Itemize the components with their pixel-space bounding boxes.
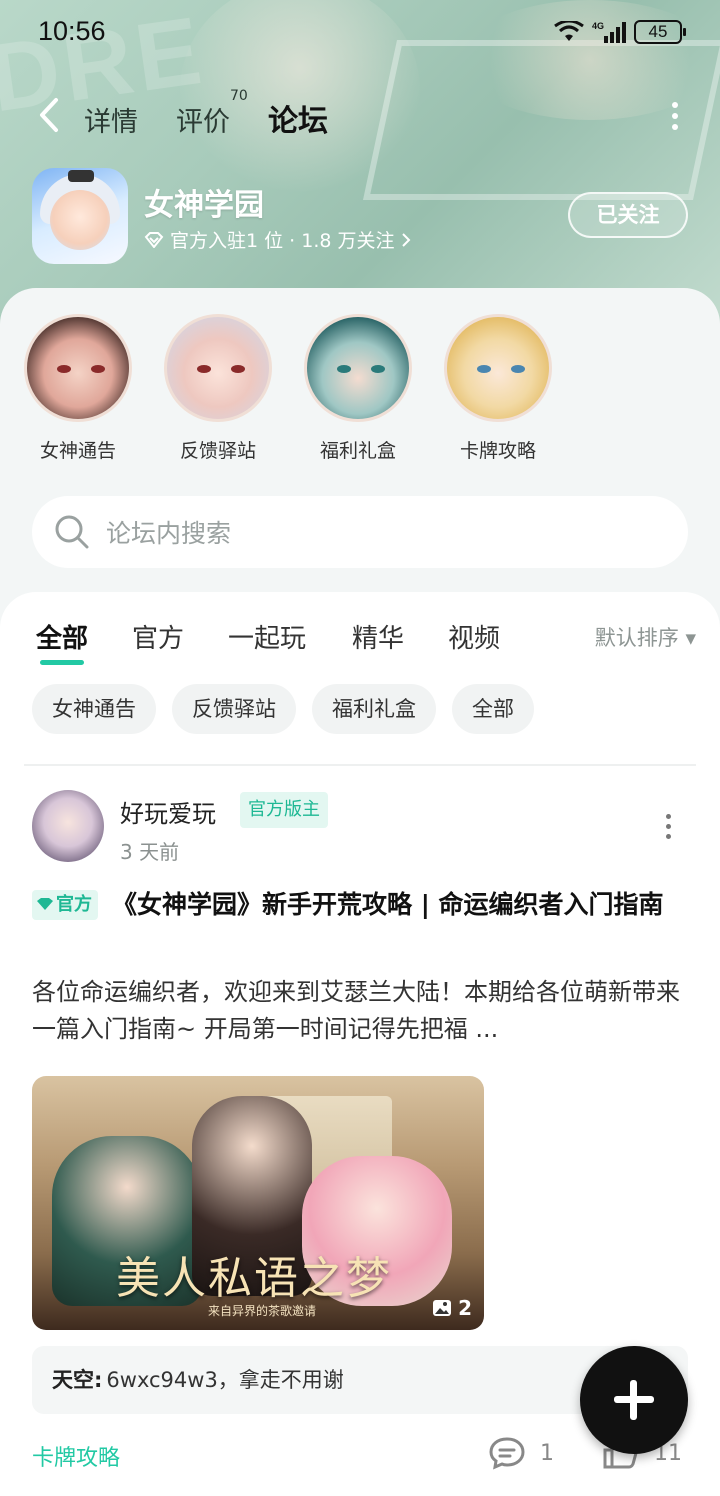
chip-gifts[interactable]: 福利礼盒	[312, 684, 436, 734]
section-circles: 女神通告 反馈驿站 福利礼盒 卡牌攻略	[24, 314, 552, 463]
circle-avatar	[164, 314, 272, 422]
cellular-signal-icon: 4G	[592, 20, 626, 44]
image-count: 2	[432, 1296, 472, 1320]
circle-label: 卡牌攻略	[459, 440, 536, 462]
sub-filter-chips: 女神通告 反馈驿站 福利礼盒 全部	[32, 684, 534, 734]
sort-dropdown[interactable]: 默认排序 ▾	[595, 622, 696, 652]
post-title[interactable]: 官方 《女神学园》新手开荒攻略 | 命运编织者入门指南	[32, 886, 688, 923]
review-count-badge: 70	[230, 88, 248, 104]
follow-button[interactable]: 已关注	[568, 192, 688, 238]
post-image[interactable]: 美人私语之梦 来自异界的茶歌邀请 2	[32, 1076, 484, 1330]
status-bar: 10:56 4G 45	[0, 0, 720, 70]
more-options-icon[interactable]	[670, 102, 680, 132]
sort-label: 默认排序	[594, 626, 679, 650]
circle-avatar	[304, 314, 412, 422]
filter-tab-official[interactable]: 官方	[132, 618, 184, 655]
circle-item-gifts[interactable]: 福利礼盒	[304, 314, 412, 463]
back-arrow-icon[interactable]	[36, 96, 62, 134]
comment-text: 6wxc94w3，拿走不用谢	[106, 1368, 344, 1392]
image-icon	[433, 1300, 452, 1316]
image-subcaption: 来自异界的茶歌邀请	[208, 1304, 317, 1318]
post-more-icon[interactable]	[666, 814, 674, 844]
tab-details[interactable]: 详情	[84, 100, 138, 139]
post-category[interactable]: 卡牌攻略	[32, 1440, 120, 1472]
author-badge: 官方版主	[240, 792, 328, 828]
post-time: 3 天前	[120, 840, 180, 864]
create-post-button[interactable]	[576, 1342, 692, 1458]
author-avatar[interactable]	[32, 790, 104, 862]
post-footer: 卡牌攻略 1 11	[32, 1436, 688, 1476]
comment-count: 1	[540, 1440, 554, 1466]
chip-feedback[interactable]: 反馈驿站	[172, 684, 296, 734]
official-tag-label: 官方	[56, 894, 92, 915]
circle-item-announcements[interactable]: 女神通告	[24, 314, 132, 463]
status-time: 10:56	[38, 16, 106, 46]
tab-reviews-label: 评价	[176, 107, 230, 138]
circle-item-feedback[interactable]: 反馈驿站	[164, 314, 272, 463]
network-label: 4G	[592, 21, 604, 31]
comment-button[interactable]: 1	[488, 1436, 554, 1470]
chip-announcements[interactable]: 女神通告	[32, 684, 156, 734]
official-tag: 官方	[32, 890, 98, 920]
chevron-right-icon	[401, 232, 410, 247]
comment-icon	[489, 1437, 525, 1470]
app-name: 女神学园	[144, 188, 264, 223]
app-icon[interactable]	[32, 168, 128, 264]
image-caption: 美人私语之梦	[116, 1253, 392, 1304]
search-placeholder: 论坛内搜索	[106, 519, 232, 548]
circle-item-card-guides[interactable]: 卡牌攻略	[444, 314, 552, 463]
chip-all[interactable]: 全部	[452, 684, 534, 734]
app-meta-link[interactable]: 官方入驻1 位 · 1.8 万关注	[144, 226, 411, 253]
circle-avatar	[444, 314, 552, 422]
circle-label: 福利礼盒	[319, 440, 396, 462]
tab-forum[interactable]: 论坛	[268, 96, 328, 140]
divider	[24, 764, 696, 766]
comment-user: 天空:	[52, 1368, 103, 1392]
filter-tab-video[interactable]: 视频	[448, 618, 500, 655]
app-info: 女神学园 官方入驻1 位 · 1.8 万关注 已关注	[32, 168, 692, 268]
circle-avatar	[24, 314, 132, 422]
circle-label: 反馈驿站	[179, 440, 256, 462]
search-icon	[55, 515, 89, 549]
heart-diamond-icon	[37, 898, 53, 910]
wifi-icon	[554, 21, 584, 43]
circle-label: 女神通告	[39, 440, 116, 462]
app-meta-text: 官方入驻1 位 · 1.8 万关注	[170, 230, 395, 252]
caret-down-icon: ▾	[685, 626, 696, 650]
filter-tabs: 全部 官方 一起玩 精华 视频 默认排序 ▾	[36, 614, 696, 665]
diamond-icon	[144, 231, 164, 248]
forum-panel: 女神通告 反馈驿站 福利礼盒 卡牌攻略 论坛内搜索 全部 官方 一起玩 精华 视…	[0, 288, 720, 1496]
search-input[interactable]: 论坛内搜索	[32, 496, 688, 568]
battery-indicator: 45	[634, 20, 686, 44]
post-excerpt: 各位命运编织者，欢迎来到艾瑟兰大陆！本期给各位萌新带来一篇入门指南~ 开局第一时…	[32, 978, 680, 1043]
filter-tab-play-together[interactable]: 一起玩	[228, 618, 306, 655]
top-nav: 详情 评价 70 论坛	[0, 88, 720, 148]
filter-tab-featured[interactable]: 精华	[352, 618, 404, 655]
image-count-value: 2	[458, 1296, 472, 1320]
status-icons: 4G 45	[554, 20, 686, 44]
tab-reviews[interactable]: 评价 70	[176, 88, 248, 139]
filter-tab-all[interactable]: 全部	[36, 618, 88, 665]
author-name[interactable]: 好玩爱玩	[120, 794, 216, 829]
post-title-text: 《女神学园》新手开荒攻略 | 命运编织者入门指南	[112, 890, 664, 919]
